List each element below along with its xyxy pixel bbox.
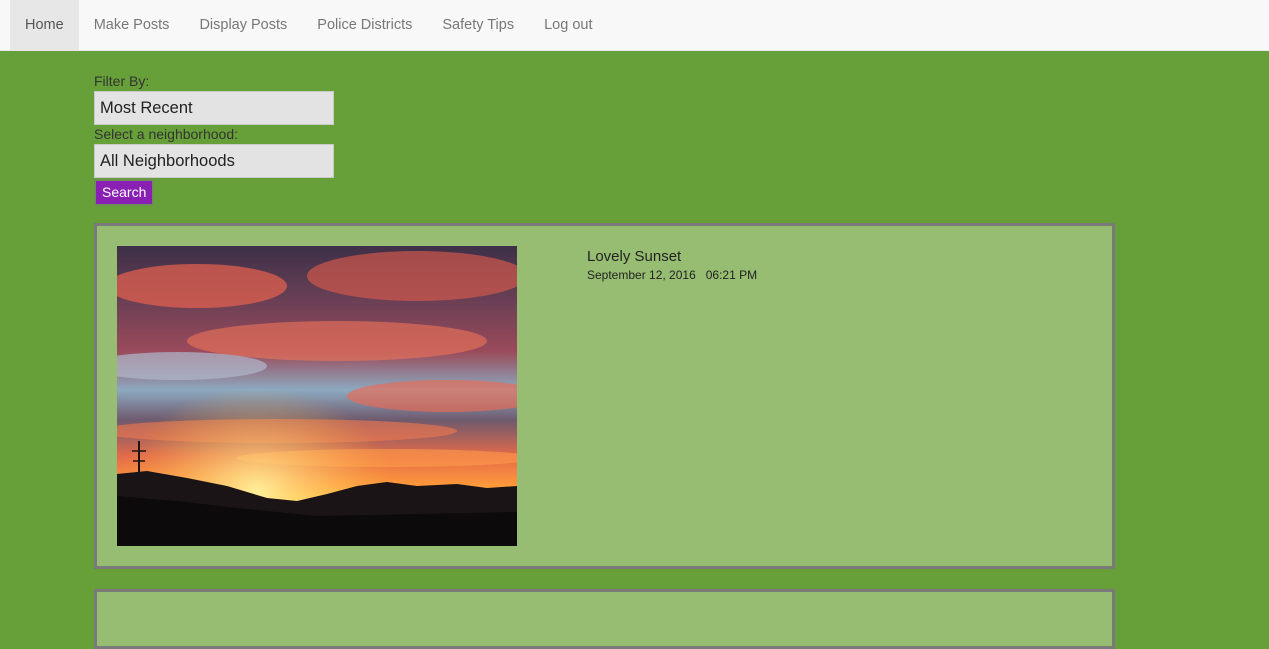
top-navbar: Home Make Posts Display Posts Police Dis… xyxy=(0,0,1269,51)
filter-form: Filter By: Most Recent Select a neighbor… xyxy=(94,72,394,206)
nav-item-safety-tips[interactable]: Safety Tips xyxy=(427,0,529,51)
nav-item-make-posts[interactable]: Make Posts xyxy=(79,0,185,51)
post-meta: September 12, 2016 06:21 PM xyxy=(587,268,757,282)
post-date: September 12, 2016 xyxy=(587,268,696,282)
sunset-photo xyxy=(117,246,517,546)
post-time: 06:21 PM xyxy=(705,268,758,282)
nav-item-display-posts[interactable]: Display Posts xyxy=(184,0,302,51)
filter-by-select[interactable]: Most Recent xyxy=(94,91,334,125)
post-title[interactable]: Lovely Sunset xyxy=(587,248,681,265)
post-card xyxy=(94,589,1115,649)
filter-by-label: Filter By: xyxy=(94,73,150,89)
neighborhood-select[interactable]: All Neighborhoods xyxy=(94,144,334,178)
nav-list: Home Make Posts Display Posts Police Dis… xyxy=(10,0,607,51)
search-button[interactable]: Search xyxy=(94,179,155,206)
neighborhood-label: Select a neighborhood: xyxy=(94,126,238,142)
nav-item-police-districts[interactable]: Police Districts xyxy=(302,0,427,51)
nav-item-home[interactable]: Home xyxy=(10,0,79,51)
post-card: Lovely Sunset September 12, 2016 06:21 PM xyxy=(94,223,1115,569)
nav-item-log-out[interactable]: Log out xyxy=(529,0,607,51)
